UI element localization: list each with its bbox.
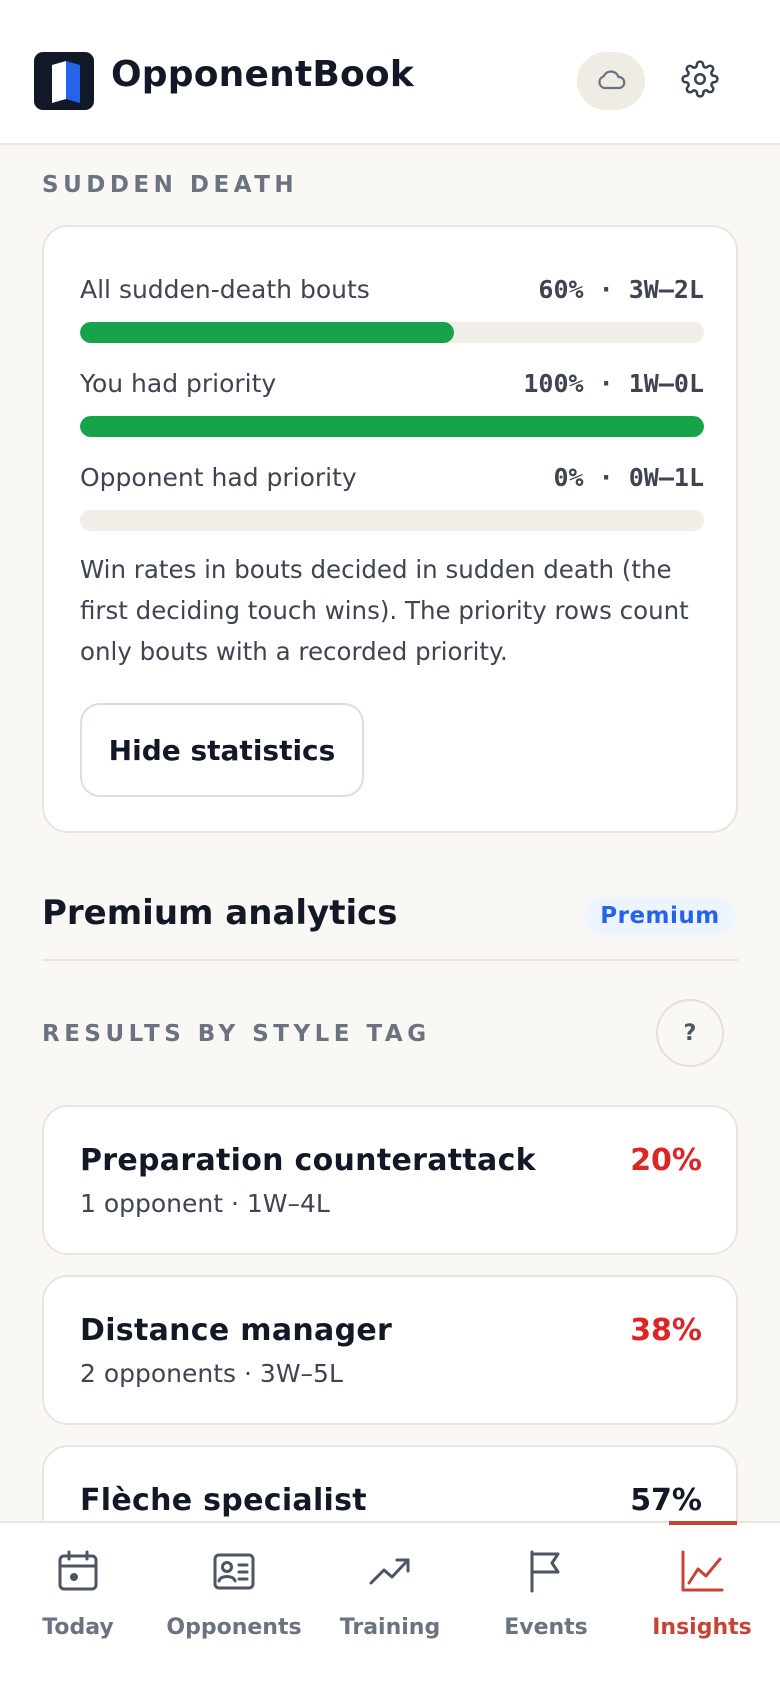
style-tag-card[interactable]: Distance manager 38% 2 opponents · 3W–5L — [42, 1275, 738, 1425]
win-rate-bar-fill — [80, 416, 704, 437]
style-tag-card[interactable]: Preparation counterattack 20% 1 opponent… — [42, 1105, 738, 1255]
line-chart-icon — [678, 1547, 726, 1595]
win-rate-bar — [80, 510, 704, 531]
nav-label: Training — [339, 1615, 441, 1640]
bottom-navigation: Today Opponents Training Events Insights — [0, 1521, 780, 1688]
flag-icon — [522, 1547, 570, 1595]
nav-tab-opponents[interactable]: Opponents — [156, 1523, 312, 1688]
cloud-icon — [596, 68, 626, 94]
stat-value: 100% · 1W–0L — [523, 369, 704, 398]
style-tag-summary: 1 opponent · 1W–4L — [80, 1189, 330, 1218]
stat-value: 60% · 3W–2L — [538, 275, 704, 304]
app-root: OpponentBook SUDDEN DEATH All sudden-dea… — [0, 0, 780, 1688]
style-tag-win-rate: 38% — [630, 1313, 702, 1348]
nav-label: Events — [504, 1615, 588, 1640]
hide-statistics-button[interactable]: Hide statistics — [80, 703, 364, 797]
calendar-icon — [54, 1547, 102, 1595]
help-button[interactable]: ? — [656, 999, 724, 1067]
style-tag-summary: 2 opponents · 3W–5L — [80, 1359, 343, 1388]
sudden-death-section-label: SUDDEN DEATH — [42, 172, 299, 198]
section-divider — [42, 959, 738, 961]
style-tag-win-rate: 57% — [630, 1483, 702, 1518]
style-tag-name: Flèche specialist — [80, 1483, 367, 1518]
stat-label: Opponent had priority — [80, 463, 357, 492]
nav-tab-insights[interactable]: Insights — [624, 1523, 780, 1688]
app-title: OpponentBook — [111, 54, 415, 95]
contact-card-icon — [210, 1547, 258, 1595]
trending-up-icon — [366, 1547, 414, 1595]
style-tag-card[interactable]: Flèche specialist 57% — [42, 1445, 738, 1521]
cloud-sync-button[interactable] — [577, 52, 645, 110]
premium-analytics-title: Premium analytics — [42, 893, 398, 933]
stat-label: All sudden-death bouts — [80, 275, 370, 304]
win-rate-bar — [80, 416, 704, 437]
style-tag-name: Preparation counterattack — [80, 1143, 536, 1178]
win-rate-bar — [80, 322, 704, 343]
app-header: OpponentBook — [0, 0, 780, 145]
stat-row-opponent-priority: Opponent had priority 0% · 0W–1L — [80, 463, 704, 495]
insights-content[interactable]: SUDDEN DEATH All sudden-death bouts 60% … — [0, 145, 780, 1521]
win-rate-bar-fill — [80, 322, 455, 343]
nav-tab-events[interactable]: Events — [468, 1523, 624, 1688]
nav-tab-today[interactable]: Today — [0, 1523, 156, 1688]
nav-label: Insights — [652, 1615, 752, 1640]
stat-row-all-bouts: All sudden-death bouts 60% · 3W–2L — [80, 275, 704, 307]
premium-badge: Premium — [584, 897, 736, 935]
stat-row-you-priority: You had priority 100% · 1W–0L — [80, 369, 704, 401]
style-tag-section-label: RESULTS BY STYLE TAG — [42, 1021, 431, 1047]
style-tag-name: Distance manager — [80, 1313, 393, 1348]
nav-tab-training[interactable]: Training — [312, 1523, 468, 1688]
stat-value: 0% · 0W–1L — [553, 463, 704, 492]
stat-label: You had priority — [80, 369, 277, 398]
nav-label: Today — [42, 1615, 114, 1640]
style-tag-win-rate: 20% — [630, 1143, 702, 1178]
settings-button[interactable] — [670, 52, 730, 110]
nav-label: Opponents — [166, 1615, 302, 1640]
sudden-death-card: All sudden-death bouts 60% · 3W–2L You h… — [42, 225, 738, 833]
app-logo — [34, 52, 94, 110]
gear-icon — [681, 60, 719, 102]
sudden-death-note: Win rates in bouts decided in sudden dea… — [80, 555, 689, 666]
